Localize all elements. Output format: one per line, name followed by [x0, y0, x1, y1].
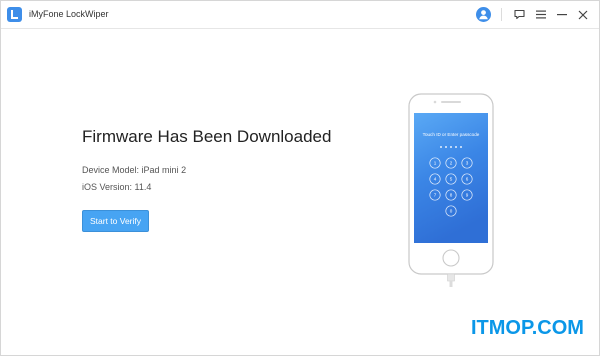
iphone-icon: Touch ID or Enter passcode 1 2 3 4 5 6 7…	[408, 93, 494, 287]
app-title: iMyFone LockWiper	[29, 9, 109, 19]
keypad-key: 6	[466, 177, 469, 182]
feedback-button[interactable]	[511, 7, 527, 22]
device-model-value: iPad mini 2	[141, 165, 187, 175]
keypad-key: 4	[434, 177, 437, 182]
close-icon	[578, 10, 588, 20]
minimize-button[interactable]	[554, 7, 570, 22]
close-button[interactable]	[575, 7, 591, 22]
minimize-icon	[557, 10, 567, 19]
page-title: Firmware Has Been Downloaded	[82, 127, 332, 146]
keypad-key: 7	[434, 193, 437, 198]
keypad-key: 3	[466, 161, 469, 166]
app-window: iMyFone LockWiper Firmware Has Been Down…	[0, 0, 600, 356]
menu-button[interactable]	[533, 7, 549, 22]
keypad-key: 9	[466, 193, 469, 198]
ios-version-label: iOS Version:	[82, 182, 133, 192]
watermark: ITMOP.COM	[471, 317, 584, 339]
menu-icon	[536, 10, 546, 19]
device-model-label: Device Model:	[82, 165, 140, 175]
device-model-row: Device Model: iPad mini 2	[82, 165, 186, 175]
keypad-key: 5	[450, 177, 453, 182]
ios-version-value: 11.4	[134, 182, 152, 192]
keypad-key: 1	[434, 161, 437, 166]
ios-version-row: iOS Version: 11.4	[82, 182, 151, 192]
start-to-verify-button[interactable]: Start to Verify	[82, 210, 149, 232]
iphone-illustration: Touch ID or Enter passcode 1 2 3 4 5 6 7…	[408, 93, 494, 287]
user-avatar-icon[interactable]	[476, 7, 491, 22]
keypad-key: 8	[450, 193, 453, 198]
app-logo-icon	[7, 7, 22, 22]
lock-prompt: Touch ID or Enter passcode	[423, 132, 480, 137]
keypad-key: 0	[450, 209, 453, 214]
title-bar: iMyFone LockWiper	[1, 1, 599, 29]
keypad-key: 2	[450, 161, 453, 166]
feedback-icon	[513, 9, 525, 20]
titlebar-separator	[501, 8, 502, 21]
